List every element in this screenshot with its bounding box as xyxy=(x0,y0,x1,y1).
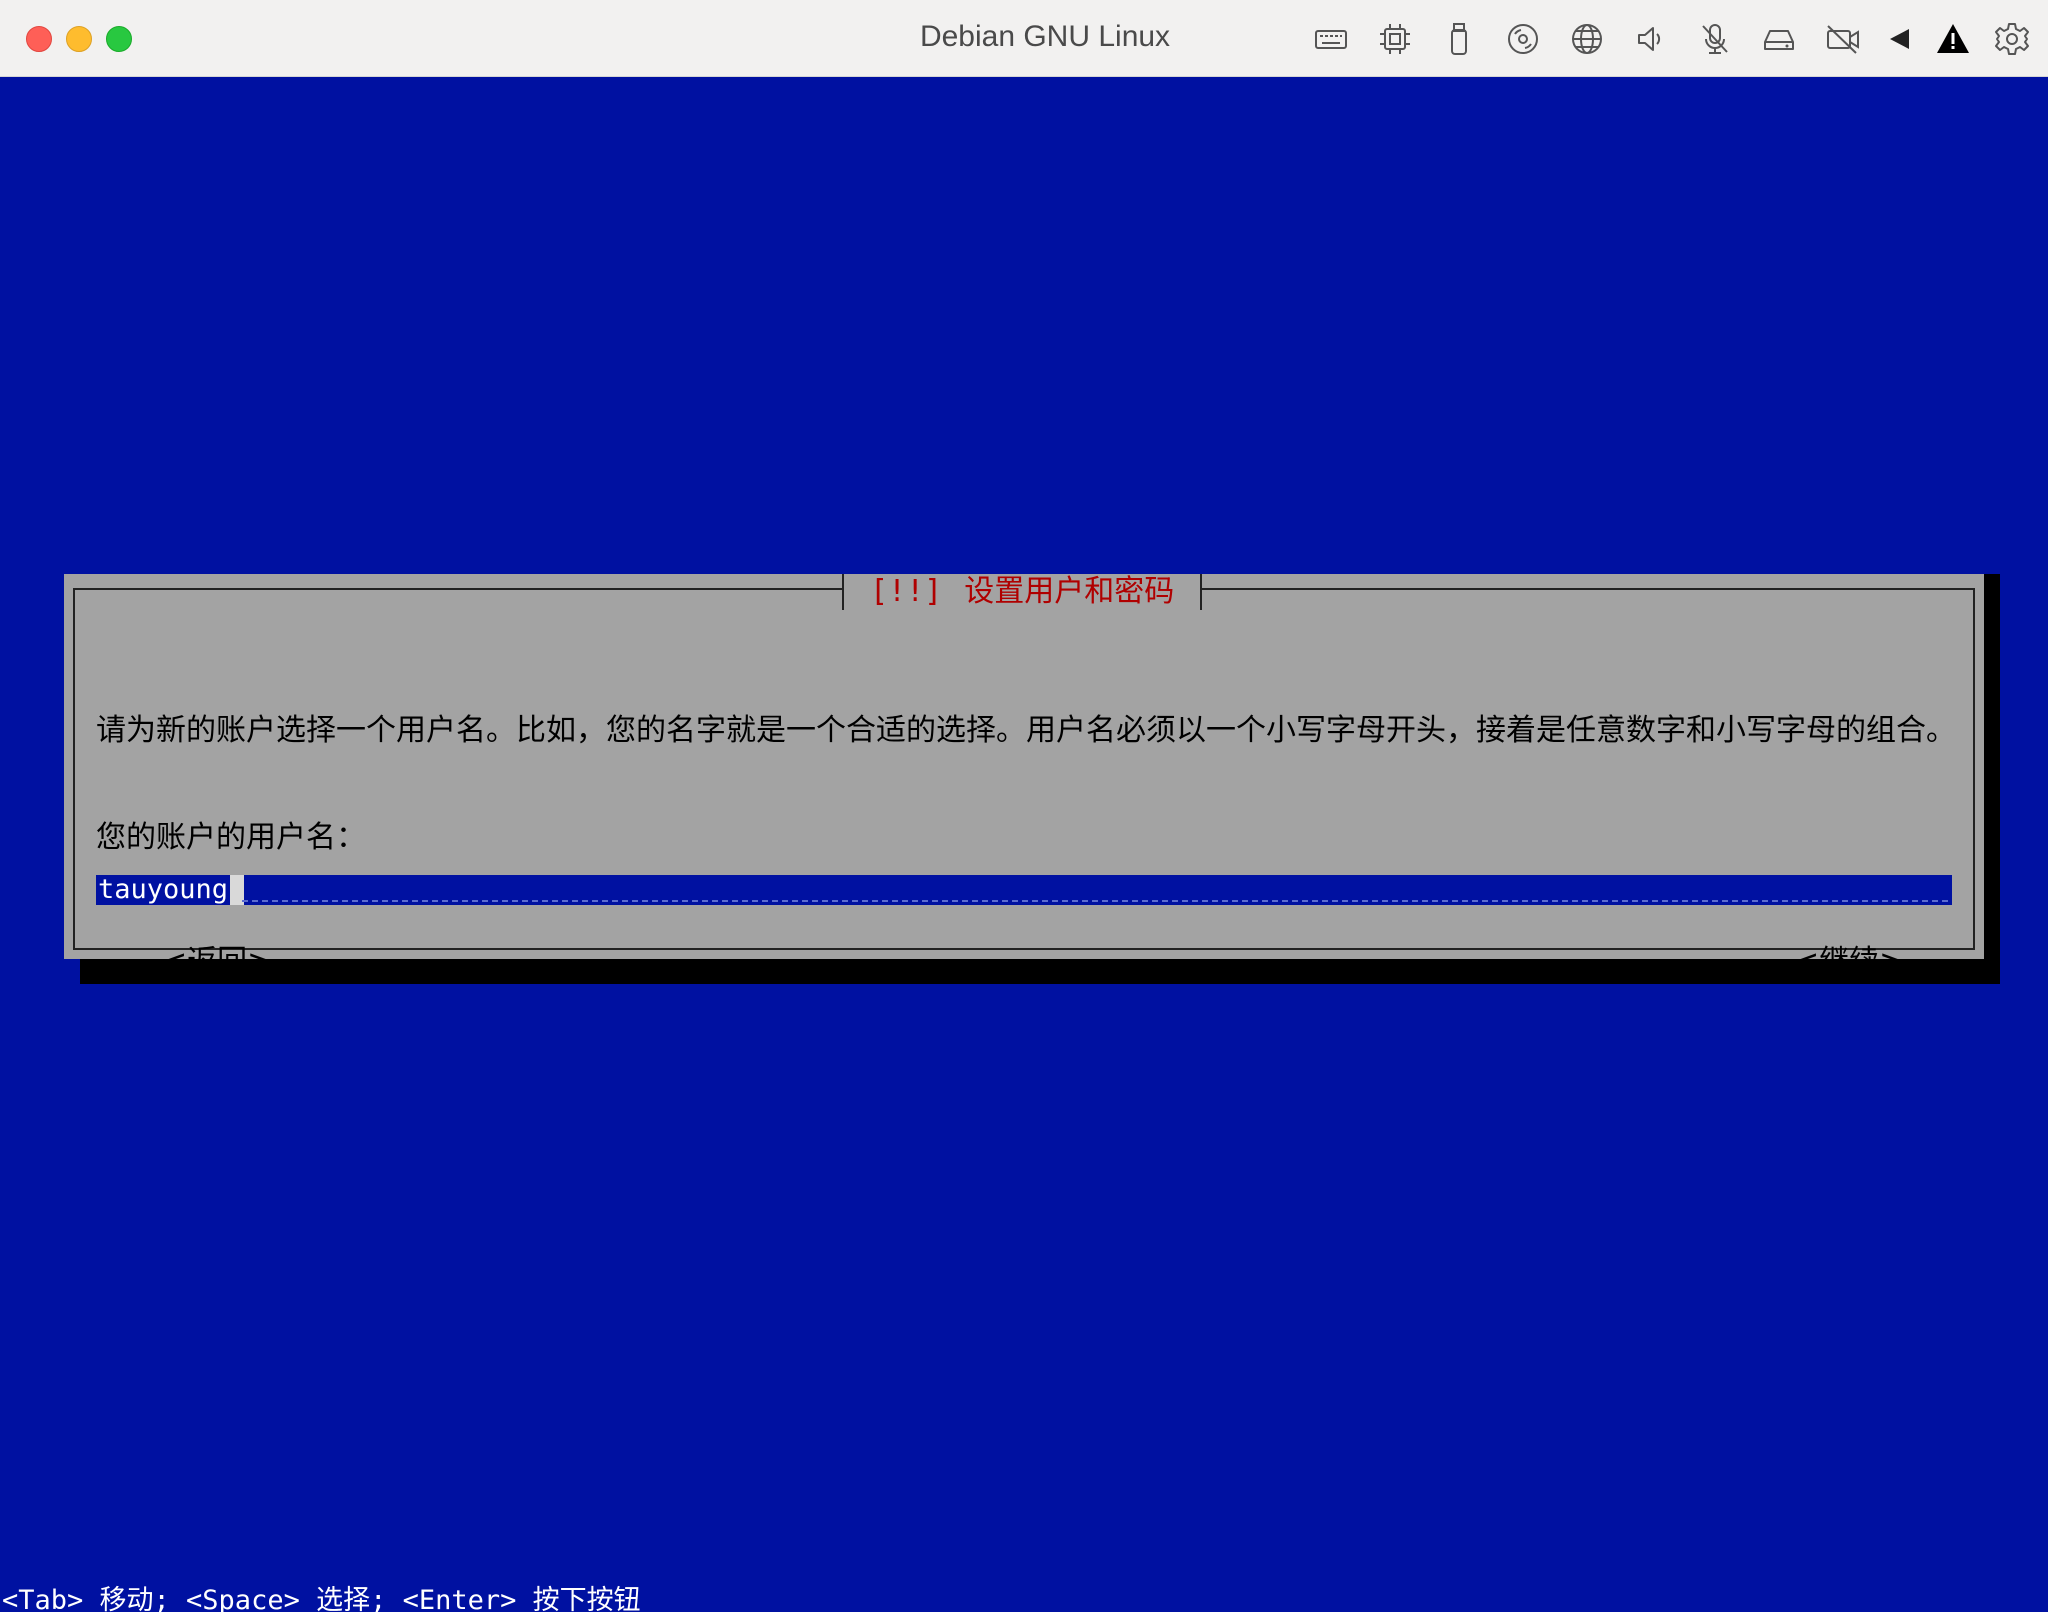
back-button[interactable]: <返回> xyxy=(162,936,272,980)
username-input[interactable]: tauyoung xyxy=(96,875,1952,905)
window-title: Debian GNU Linux xyxy=(919,20,1171,53)
gear-icon[interactable] xyxy=(1993,20,2031,58)
close-window-button[interactable] xyxy=(26,26,52,52)
username-input-value[interactable]: tauyoung xyxy=(96,875,245,905)
dialog-title-text: 设置用户和密码 xyxy=(964,574,1175,609)
title-bar: Debian GNU Linux xyxy=(0,0,2048,77)
network-icon[interactable] xyxy=(1568,20,1606,58)
vm-window: Debian GNU Linux [!!] 设置用户和密码 请为新的账户选择一个… xyxy=(0,0,2048,1616)
microphone-muted-icon[interactable] xyxy=(1696,20,1734,58)
warning-icon[interactable] xyxy=(1934,20,1972,58)
dialog-title: [!!] 设置用户和密码 xyxy=(842,574,1203,610)
dialog-priority-mark: [!!] xyxy=(870,574,943,609)
input-underline xyxy=(242,900,1948,902)
minimize-window-button[interactable] xyxy=(66,26,92,52)
maximize-window-button[interactable] xyxy=(106,26,132,52)
camera-off-icon[interactable] xyxy=(1824,20,1862,58)
play-back-icon[interactable] xyxy=(1880,20,1918,58)
usb-icon[interactable] xyxy=(1440,20,1478,58)
hard-drive-icon[interactable] xyxy=(1760,20,1798,58)
continue-button[interactable]: <继续> xyxy=(1794,936,1904,980)
username-label: 您的账户的用户名： xyxy=(96,820,366,855)
keyboard-hint: <Tab> 移动; <Space> 选择; <Enter> 按下按钮 xyxy=(2,1585,641,1616)
speaker-icon[interactable] xyxy=(1632,20,1670,58)
dialog-description: 请为新的账户选择一个用户名。比如，您的名字就是一个合适的选择。用户名必须以一个小… xyxy=(96,713,1956,748)
cpu-icon[interactable] xyxy=(1376,20,1414,58)
keyboard-icon[interactable] xyxy=(1312,20,1350,58)
optical-disc-icon[interactable] xyxy=(1504,20,1542,58)
